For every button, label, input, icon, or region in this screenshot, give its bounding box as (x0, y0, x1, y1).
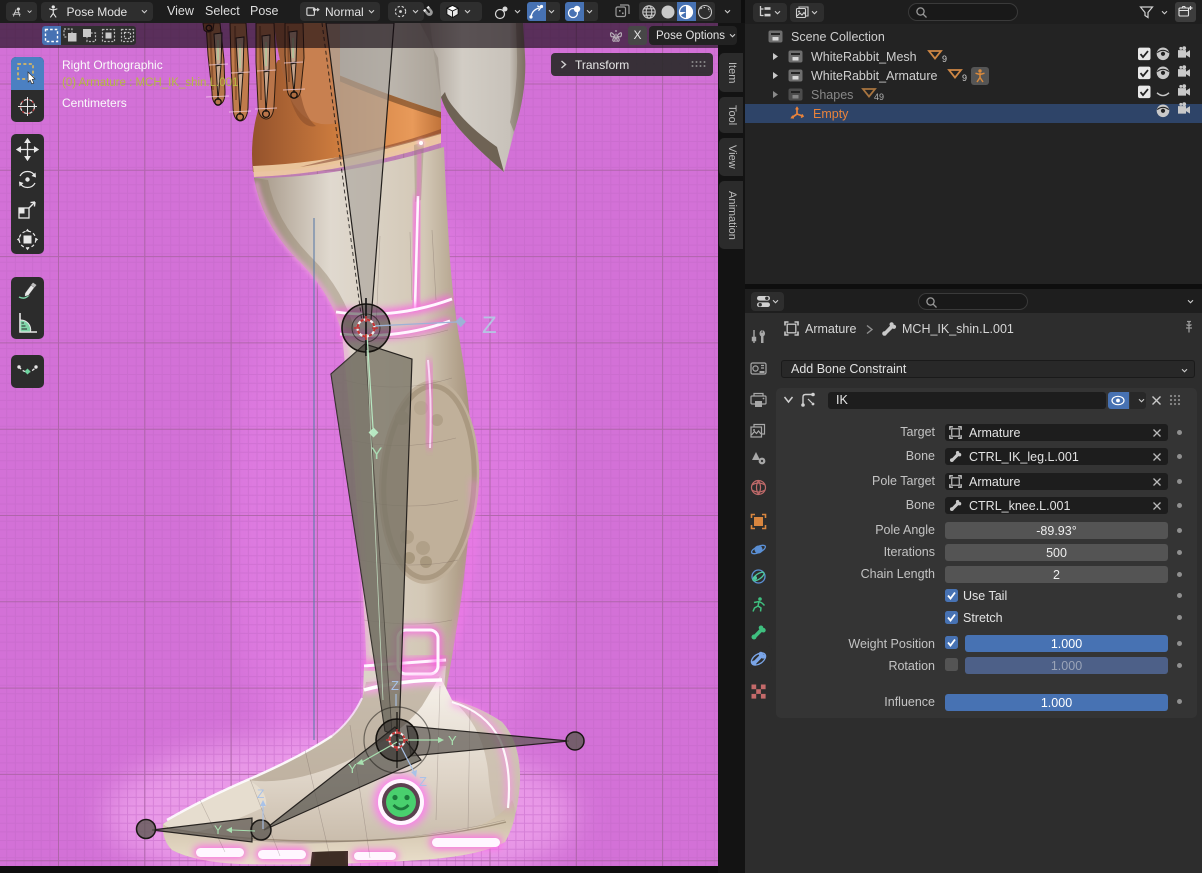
svg-text:Z: Z (391, 678, 399, 693)
svg-text:9: 9 (942, 54, 947, 64)
svg-text:Y: Y (448, 733, 457, 748)
svg-text:Z: Z (419, 774, 427, 789)
svg-text:Z: Z (482, 312, 497, 339)
svg-text:49: 49 (874, 92, 884, 102)
svg-text:Z: Z (257, 787, 264, 801)
svg-text:Y: Y (214, 823, 222, 837)
svg-text:9: 9 (962, 73, 967, 83)
svg-text:Y: Y (371, 444, 382, 463)
svg-text:Y: Y (348, 761, 357, 776)
